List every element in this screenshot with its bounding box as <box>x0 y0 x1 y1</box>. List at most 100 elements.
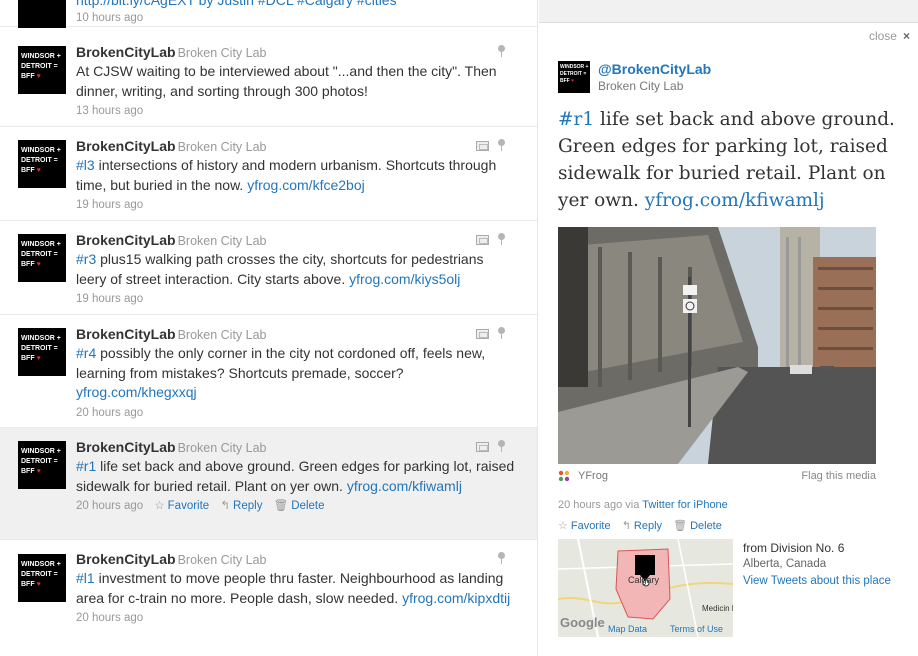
avatar[interactable]: WINDSOR + DETROIT = BFF ♥ <box>18 554 66 602</box>
terms-link[interactable]: Terms of Use <box>670 624 723 634</box>
timeline: http://bit.ly/cAgEXT by Justin #DCL #Cal… <box>0 0 538 656</box>
avatar-text: BFF ♥ <box>21 581 41 588</box>
avatar[interactable] <box>18 0 66 28</box>
hashtag-link[interactable]: #l1 <box>76 570 95 586</box>
street-photo-image <box>558 227 876 464</box>
tweet-username[interactable]: BrokenCityLab <box>76 326 176 342</box>
details-header <box>539 0 918 22</box>
avatar-text: DETROIT = <box>21 63 58 70</box>
reply-icon: ↰ <box>621 520 631 532</box>
tweet-time[interactable]: 20 hours ago <box>76 500 143 512</box>
location-region: Alberta, Canada <box>743 558 827 570</box>
delete-button[interactable]: 🗑 Delete <box>274 500 325 512</box>
avatar-text: BFF ♥ <box>21 355 41 362</box>
map-city-label: Medicin Hat <box>702 604 733 613</box>
flag-media-link[interactable]: Flag this media <box>801 470 876 482</box>
reply-button[interactable]: ↰ Reply <box>220 500 262 512</box>
tweet-item[interactable]: WINDSOR + DETROIT = BFF ♥ BrokenCityLab B… <box>0 27 537 127</box>
tweet-username[interactable]: BrokenCityLab <box>76 551 176 567</box>
avatar[interactable]: WINDSOR + DETROIT = BFF ♥ <box>18 140 66 188</box>
tweet-username[interactable]: BrokenCityLab <box>76 439 176 455</box>
yfrog-icon <box>558 470 570 482</box>
hashtag-link[interactable]: #r3 <box>76 251 96 267</box>
avatar-text: WINDSOR + <box>21 147 61 154</box>
heart-icon: ♥ <box>36 468 41 475</box>
media-source[interactable]: YFrog <box>578 470 608 482</box>
detail-handle[interactable]: @BrokenCityLab <box>598 61 711 77</box>
avatar-text: BFF ♥ <box>21 468 41 475</box>
media-link[interactable]: yfrog.com/kiys5olj <box>349 271 460 287</box>
tweet-username[interactable]: BrokenCityLab <box>76 232 176 248</box>
avatar[interactable]: WINDSOR + DETROIT = BFF ♥ <box>558 61 590 93</box>
tweet-item-selected[interactable]: WINDSOR + DETROIT = BFF ♥ BrokenCityLab B… <box>0 428 537 540</box>
location-info: from Division No. 6 Alberta, Canada View… <box>743 540 891 589</box>
tweet-username[interactable]: BrokenCityLab <box>76 44 176 60</box>
tweet-time[interactable]: 13 hours ago <box>76 104 516 118</box>
avatar[interactable]: WINDSOR + DETROIT = BFF ♥ <box>18 328 66 376</box>
heart-icon: ♥ <box>36 73 41 80</box>
tweet-realname: Broken City Lab <box>177 441 267 455</box>
avatar-text: BFF ♥ <box>560 78 575 84</box>
tweet-photo[interactable] <box>558 227 876 464</box>
hashtag-link[interactable]: #r4 <box>76 345 96 361</box>
tweet-text: #l1 investment to move people thru faste… <box>76 570 511 606</box>
favorite-button[interactable]: ☆ Favorite <box>558 520 611 532</box>
reply-button[interactable]: ↰ Reply <box>622 520 662 532</box>
avatar[interactable]: WINDSOR + DETROIT = BFF ♥ <box>18 234 66 282</box>
media-link[interactable]: yfrog.com/kfiwamlj <box>645 190 825 211</box>
tweet-time[interactable]: 10 hours ago <box>76 11 516 25</box>
tweet-text[interactable]: http://bit.ly/cAgEXT by Justin #DCL #Cal… <box>76 0 516 11</box>
favorite-button[interactable]: ☆ Favorite <box>154 500 209 512</box>
map-city-label: Calgary <box>628 575 660 585</box>
tweet-time[interactable]: 20 hours ago <box>76 611 516 625</box>
delete-button[interactable]: 🗑 Delete <box>673 520 722 532</box>
media-row: YFrog Flag this media <box>558 469 876 485</box>
tweet-realname: Broken City Lab <box>177 46 267 60</box>
trash-icon: 🗑 <box>273 500 289 512</box>
view-tweets-place-link[interactable]: View Tweets about this place <box>743 575 891 587</box>
close-button[interactable]: close × <box>869 29 910 43</box>
tweet-realname: Broken City Lab <box>177 234 267 248</box>
media-link[interactable]: yfrog.com/khegxxqj <box>76 384 197 400</box>
detail-time: 20 hours ago via Twitter for iPhone <box>558 499 728 511</box>
tweet-time[interactable]: 19 hours ago <box>76 292 516 306</box>
tweet-text: #r1 life set back and above ground. Gree… <box>76 458 515 494</box>
tweet-text: #l3 intersections of history and modern … <box>76 157 497 193</box>
map-image: Calgary Medicin Hat Google Map Data Term… <box>558 539 733 637</box>
tweet-username[interactable]: BrokenCityLab <box>76 138 176 154</box>
tweet-text: #r4 possibly the only corner in the city… <box>76 345 486 400</box>
tweet-item[interactable]: WINDSOR + DETROIT = BFF ♥ BrokenCityLab B… <box>0 540 537 656</box>
heart-icon: ♥ <box>36 581 41 588</box>
trash-icon: 🗑 <box>673 520 688 532</box>
via-link[interactable]: Twitter for iPhone <box>642 499 728 511</box>
avatar[interactable]: WINDSOR + DETROIT = BFF ♥ <box>18 441 66 489</box>
avatar-text: DETROIT = <box>21 157 58 164</box>
tweet-partial[interactable]: http://bit.ly/cAgEXT by Justin #DCL #Cal… <box>0 0 537 28</box>
reply-icon: ↰ <box>220 500 231 512</box>
avatar-text: BFF ♥ <box>21 261 41 268</box>
avatar-text: WINDSOR + <box>21 241 61 248</box>
tweet-time[interactable]: 19 hours ago <box>76 198 516 212</box>
close-icon: × <box>902 29 910 43</box>
media-link[interactable]: yfrog.com/kfce2boj <box>247 177 365 193</box>
tweet-item[interactable]: WINDSOR + DETROIT = BFF ♥ BrokenCityLab B… <box>0 127 537 221</box>
avatar-text: BFF ♥ <box>21 73 41 80</box>
avatar-text: WINDSOR + <box>21 561 61 568</box>
hashtag-link[interactable]: #r1 <box>558 109 594 130</box>
map-data-link[interactable]: Map Data <box>608 624 647 634</box>
detail-tweet-text: #r1 life set back and above ground. Gree… <box>558 109 895 211</box>
location-map[interactable]: Calgary Medicin Hat Google Map Data Term… <box>558 539 733 637</box>
media-link[interactable]: yfrog.com/kipxdtij <box>402 590 510 606</box>
tweet-time[interactable]: 20 hours ago <box>76 406 516 420</box>
tweet-item[interactable]: WINDSOR + DETROIT = BFF ♥ BrokenCityLab B… <box>0 221 537 315</box>
tweet-item[interactable]: WINDSOR + DETROIT = BFF ♥ BrokenCityLab B… <box>0 315 537 428</box>
avatar-text: WINDSOR + <box>21 53 61 60</box>
avatar-text: WINDSOR + <box>21 335 61 342</box>
avatar[interactable]: WINDSOR + DETROIT = BFF ♥ <box>18 46 66 94</box>
hashtag-link[interactable]: #l3 <box>76 157 95 173</box>
heart-icon: ♥ <box>36 261 41 268</box>
tweet-details-pane: close × WINDSOR + DETROIT = BFF ♥ @Broken… <box>539 0 918 656</box>
hashtag-link[interactable]: #r1 <box>76 458 96 474</box>
star-icon: ☆ <box>558 520 568 532</box>
media-link[interactable]: yfrog.com/kfiwamlj <box>347 478 462 494</box>
